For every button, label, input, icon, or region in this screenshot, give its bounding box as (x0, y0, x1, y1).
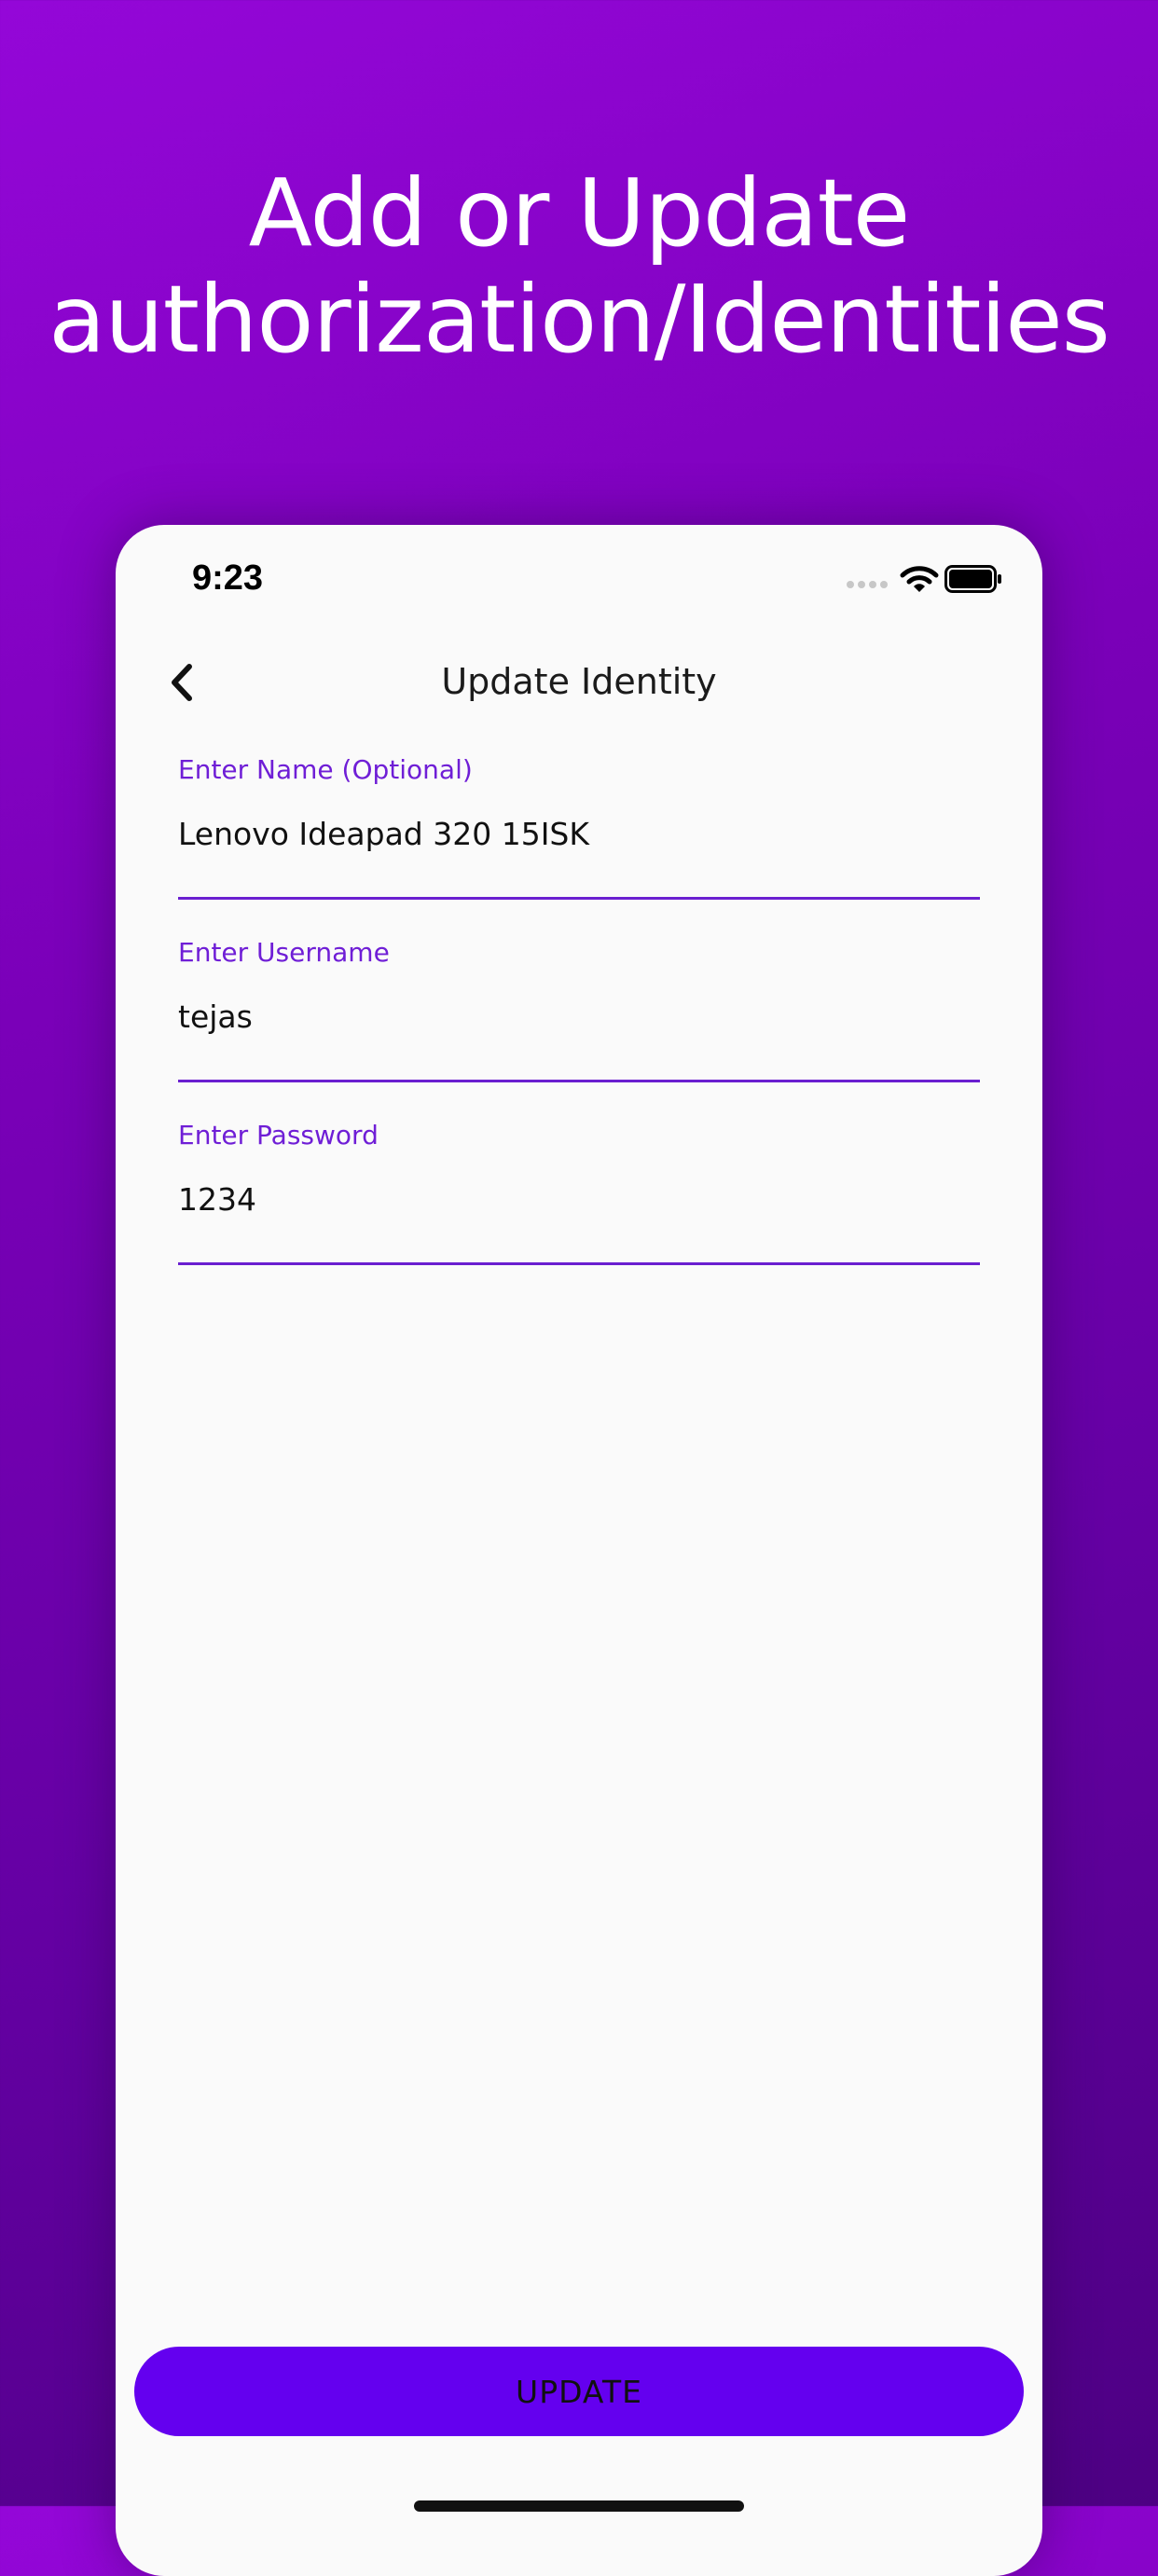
username-field-label: Enter Username (178, 937, 390, 968)
name-field-underline (178, 897, 980, 900)
marketing-headline: Add or Update authorization/Identities (0, 160, 1158, 373)
username-field-underline (178, 1080, 980, 1082)
phone-screen: 9:23 Update Identity Enter Name (Optiona… (116, 525, 1042, 2576)
status-bar: 9:23 (116, 525, 1042, 637)
status-time: 9:23 (192, 558, 264, 598)
battery-icon (944, 565, 1001, 593)
name-input[interactable] (178, 806, 980, 861)
page-title: Update Identity (441, 661, 717, 702)
headline-line-2: authorization/Identities (48, 265, 1110, 374)
headline-line-1: Add or Update (248, 158, 911, 268)
username-input[interactable] (178, 988, 980, 1044)
password-field-label: Enter Password (178, 1120, 379, 1150)
password-field-underline (178, 1262, 980, 1265)
update-button[interactable]: UPDATE (134, 2347, 1024, 2436)
wifi-icon (900, 566, 939, 592)
cellular-signal-icon (847, 581, 889, 590)
password-input[interactable] (178, 1171, 980, 1227)
home-indicator (414, 2500, 744, 2512)
name-field-label: Enter Name (Optional) (178, 754, 473, 785)
